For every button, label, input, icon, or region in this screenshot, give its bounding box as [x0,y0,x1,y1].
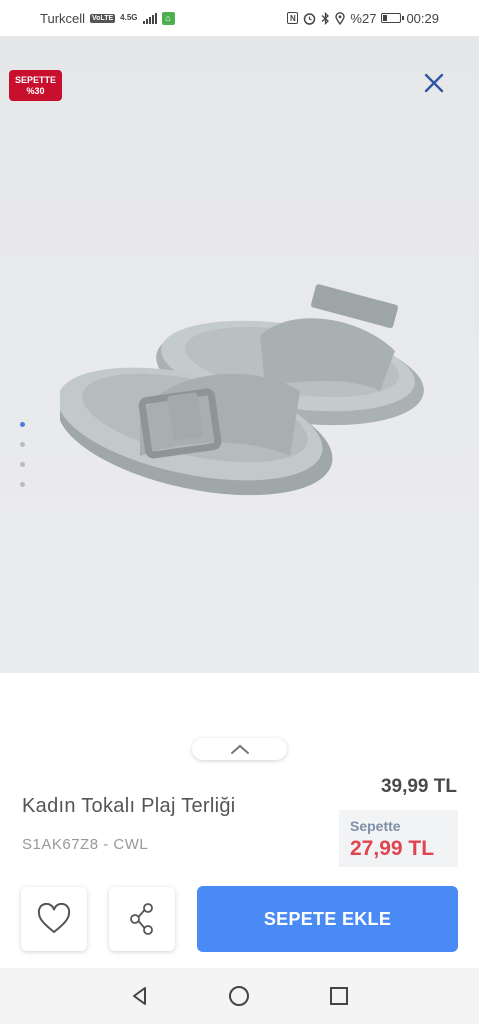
nav-home-button[interactable] [219,976,259,1016]
system-nav-bar [0,968,479,1024]
cart-price: 27,99 TL [350,837,435,860]
status-bar: Turkcell VoLTE 4.5G ⌂ N %27 00:29 [0,0,479,36]
details-expand-handle[interactable] [192,738,287,760]
share-icon [130,903,153,935]
clock: 00:29 [406,10,439,26]
discount-badge-line2: %30 [26,85,45,96]
status-bar-left: Turkcell VoLTE 4.5G ⌂ [40,11,175,26]
add-to-cart-button[interactable]: SEPETE EKLE [197,886,458,952]
nav-back-button[interactable] [120,976,160,1016]
battery-percent: %27 [350,10,377,26]
favorite-button[interactable] [21,887,87,951]
volte-badge: VoLTE [90,13,116,23]
carousel-dot[interactable] [20,422,25,427]
location-icon [335,11,346,25]
old-price: 39,99 TL [380,776,457,797]
battery-icon [381,13,405,23]
bluetooth-icon [321,11,330,25]
cart-price-box: Sepette 27,99 TL [339,810,458,867]
recents-square-icon [330,987,349,1005]
close-icon [424,73,444,93]
nfc-icon: N [287,12,299,24]
carousel-dot[interactable] [20,482,25,487]
product-code: S1AK67Z8 - CWL [22,836,149,853]
home-circle-icon [229,986,250,1006]
network-type: 4.5G [120,13,138,22]
home-network-icon: ⌂ [161,11,175,25]
carrier-name: Turkcell [40,10,86,26]
carousel-indicator [20,422,25,487]
cart-price-label: Sepette [350,818,401,834]
product-image-gallery[interactable]: SEPETTE %30 [0,36,479,673]
share-button[interactable] [109,887,175,951]
heart-icon [37,903,71,934]
chevron-up-icon [230,744,249,754]
back-triangle-icon [132,987,146,1005]
product-title: Kadın Tokalı Plaj Terliği [22,795,236,817]
alarm-icon [304,12,316,25]
close-button[interactable] [417,66,451,100]
status-bar-right: N %27 00:29 [287,11,439,26]
discount-badge: SEPETTE %30 [9,70,62,101]
product-photo [60,284,424,496]
carousel-dot[interactable] [20,442,25,447]
carousel-dot[interactable] [20,462,25,467]
signal-icon [142,12,157,24]
nav-recents-button[interactable] [319,976,359,1016]
discount-badge-line1: SEPETTE [14,74,56,85]
